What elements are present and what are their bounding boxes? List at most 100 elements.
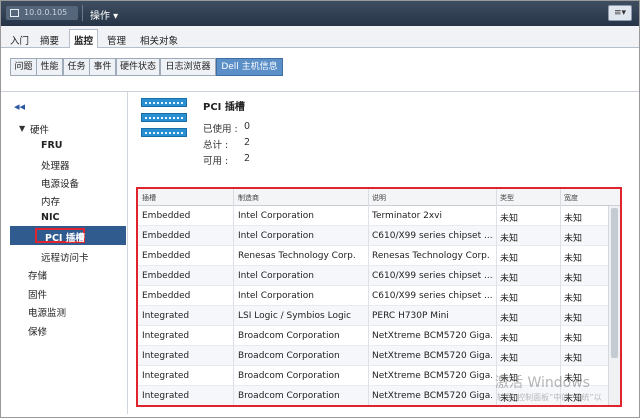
subtab-events[interactable]: 事件 (89, 58, 116, 76)
subtab-log-browser[interactable]: 日志浏览器 (160, 58, 216, 76)
table-row[interactable]: Integrated Broadcom Corporation NetXtreme … (138, 386, 608, 405)
cell-description: NetXtreme BCM5720 Giga... (372, 351, 492, 361)
stat-available-value: 2 (244, 153, 251, 164)
column-divider[interactable] (496, 189, 497, 206)
column-divider (368, 286, 369, 306)
table-row[interactable]: Integrated Broadcom Corporation NetXtreme … (138, 346, 608, 366)
table-row[interactable]: Integrated Broadcom Corporation NetXtreme … (138, 366, 608, 386)
column-divider (368, 246, 369, 266)
column-divider (496, 286, 497, 306)
cell-description: Renesas Technology Corp. (372, 251, 490, 261)
actions-menu[interactable]: 操作 ▾ (90, 7, 118, 22)
cell-manufacturer: Renesas Technology Corp. (238, 251, 356, 261)
title-separator (82, 5, 83, 21)
column-divider (560, 286, 561, 306)
cell-slot: Embedded (142, 271, 191, 281)
collapse-panel-icon[interactable]: ◂◂ (14, 100, 25, 113)
column-header-description[interactable]: 说明 (372, 193, 386, 203)
cell-width: 未知 (564, 294, 583, 304)
column-divider (368, 226, 369, 246)
column-divider (368, 346, 369, 366)
column-header-slot[interactable]: 插槽 (142, 193, 156, 203)
view-menu-icon[interactable]: ≡▾ (608, 5, 632, 21)
tree-node-nic[interactable]: NIC (41, 212, 59, 223)
table-row[interactable]: Embedded Intel Corporation C610/X99 series… (138, 266, 608, 286)
expand-arrow-icon[interactable]: ▼ (19, 124, 25, 133)
tab-summary[interactable]: 摘要 (36, 30, 63, 48)
subtab-tasks[interactable]: 任务 (63, 58, 90, 76)
column-divider[interactable] (368, 189, 369, 206)
cell-width: 未知 (564, 234, 583, 244)
cell-description: NetXtreme BCM5720 Giga... (372, 331, 492, 341)
column-divider (496, 246, 497, 266)
host-name-field[interactable]: 10.0.0.105 (6, 6, 78, 20)
subtab-performance[interactable]: 性能 (36, 58, 63, 76)
table-header: 插槽 制造商 说明 类型 宽度 (138, 189, 620, 206)
stat-used-label: 已使用 : (203, 124, 238, 135)
cell-width: 未知 (564, 354, 583, 364)
monitor-subtabs: 问题 性能 任务 事件 硬件状态 日志浏览器 Dell 主机信息 (0, 48, 640, 92)
cell-slot: Embedded (142, 251, 191, 261)
column-divider (233, 346, 234, 366)
tree-node-hardware[interactable]: 硬件 (30, 122, 49, 136)
tree-node-power-monitoring[interactable]: 电源监测 (28, 305, 66, 319)
tree-node-memory[interactable]: 内存 (41, 194, 60, 208)
column-header-type[interactable]: 类型 (500, 193, 514, 203)
tree-node-fru[interactable]: FRU (41, 140, 63, 151)
table-scrollbar[interactable] (608, 206, 620, 405)
column-divider (560, 386, 561, 405)
table-row[interactable]: Embedded Intel Corporation Terminator 2xvi… (138, 206, 608, 226)
cell-slot: Integrated (142, 391, 190, 401)
tree-node-remote-access-card[interactable]: 远程访问卡 (41, 250, 89, 264)
column-divider (368, 206, 369, 226)
tab-monitor[interactable]: 监控 (69, 29, 99, 49)
column-divider (496, 206, 497, 226)
subtab-hardware-status[interactable]: 硬件状态 (116, 58, 160, 76)
column-divider (560, 206, 561, 226)
stat-total-value: 2 (244, 137, 251, 148)
subtab-dell-host-info[interactable]: Dell 主机信息 (216, 58, 283, 76)
table-row[interactable]: Integrated Broadcom Corporation NetXtreme … (138, 326, 608, 346)
tree-node-firmware[interactable]: 固件 (28, 287, 47, 301)
column-divider (233, 326, 234, 346)
tab-manage[interactable]: 管理 (103, 30, 130, 48)
stat-used-value: 0 (244, 121, 251, 132)
tree-node-pci-slots[interactable]: PCI 插槽 (45, 230, 85, 244)
column-divider (560, 226, 561, 246)
cell-slot: Integrated (142, 371, 190, 381)
cell-width: 未知 (564, 214, 583, 224)
cell-description: NetXtreme BCM5720 Giga... (372, 391, 492, 401)
scrollbar-thumb[interactable] (611, 208, 618, 358)
column-divider (560, 266, 561, 286)
cell-manufacturer: Intel Corporation (238, 231, 314, 241)
column-divider (496, 266, 497, 286)
column-divider[interactable] (560, 189, 561, 206)
column-divider (560, 326, 561, 346)
column-divider[interactable] (233, 189, 234, 206)
column-header-width[interactable]: 宽度 (564, 193, 578, 203)
cell-description: C610/X99 series chipset ... (372, 291, 492, 301)
table-row[interactable]: Embedded Intel Corporation C610/X99 series… (138, 286, 608, 306)
tree-node-power-supplies[interactable]: 电源设备 (41, 176, 79, 190)
cell-manufacturer: Broadcom Corporation (238, 351, 340, 361)
tree-node-processors[interactable]: 处理器 (41, 158, 70, 172)
tab-getting-started[interactable]: 入门 (6, 30, 33, 48)
cell-slot: Embedded (142, 231, 191, 241)
column-divider (496, 226, 497, 246)
cell-slot: Embedded (142, 211, 191, 221)
cell-type: 未知 (500, 214, 519, 224)
table-row[interactable]: Integrated LSI Logic / Symbios Logic PERC … (138, 306, 608, 326)
tree-node-warranty[interactable]: 保修 (28, 324, 47, 338)
table-row[interactable]: Embedded Intel Corporation C610/X99 series… (138, 226, 608, 246)
cell-manufacturer: Broadcom Corporation (238, 331, 340, 341)
subtab-issues[interactable]: 问题 (10, 58, 37, 76)
tree-node-storage[interactable]: 存储 (28, 268, 47, 282)
cell-description: C610/X99 series chipset ... (372, 231, 492, 241)
column-header-manufacturer[interactable]: 制造商 (238, 193, 259, 203)
table-row[interactable]: Embedded Renesas Technology Corp. Renesas … (138, 246, 608, 266)
cell-description: Terminator 2xvi (372, 211, 443, 221)
tab-related-objects[interactable]: 相关对象 (136, 30, 182, 48)
cell-width: 未知 (564, 314, 583, 324)
host-name: 10.0.0.105 (24, 8, 68, 17)
column-divider (496, 386, 497, 405)
